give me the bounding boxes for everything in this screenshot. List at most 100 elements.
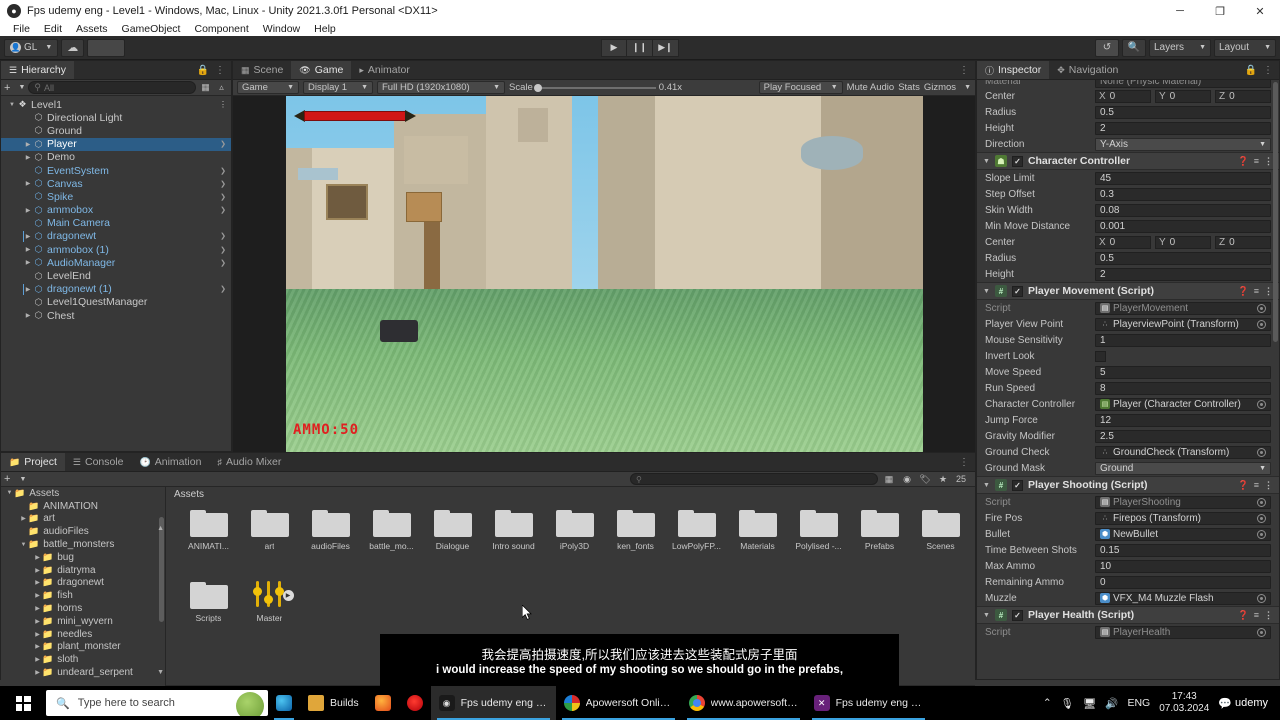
asset-item-polylised[interactable]: Polylised -...: [788, 507, 849, 579]
text-field[interactable]: 0.5: [1095, 105, 1271, 119]
hierarchy-item-audiomanager[interactable]: ▶ ⬡ AudioManager ❯: [1, 256, 231, 269]
taskbar-item-fps-udemy-eng-l[interactable]: ◉ Fps udemy eng - L...: [430, 686, 556, 720]
preset-icon[interactable]: ≡: [1254, 610, 1259, 620]
language-indicator[interactable]: ENG: [1127, 697, 1150, 709]
inspector-body[interactable]: Material None (Physic Material) Center X 0…: [977, 80, 1279, 679]
object-picker-icon[interactable]: [1257, 303, 1266, 313]
kebab-menu-icon[interactable]: ⋮: [1264, 480, 1273, 491]
hierarchy-item-level1[interactable]: ▼ ❖ Level1 ⋮: [1, 98, 231, 111]
kebab-menu-icon[interactable]: ⋮: [959, 65, 969, 76]
component-enabled-checkbox[interactable]: ✓: [1011, 285, 1023, 297]
chevron-down-icon[interactable]: ▼: [19, 542, 28, 548]
chevron-right-icon[interactable]: ▶: [23, 141, 33, 148]
project-tree-item-needles[interactable]: ▶ 📁 needles: [1, 628, 165, 641]
text-field[interactable]: 0: [1095, 575, 1271, 589]
hierarchy-item-demo[interactable]: ▶ ⬡ Demo: [1, 151, 231, 164]
kebab-menu-icon[interactable]: ⋮: [219, 100, 227, 109]
taskbar-item-firefox[interactable]: [367, 686, 399, 720]
vector3-z-field[interactable]: Z0: [1215, 235, 1271, 249]
project-tree-item-dragonewt[interactable]: ▶ 📁 dragonewt: [1, 577, 165, 590]
sort-icon[interactable]: ▦: [199, 81, 212, 94]
hierarchy-add-button[interactable]: +: [4, 82, 10, 94]
tab-console[interactable]: ☰ Console: [65, 453, 132, 471]
project-search-input[interactable]: ⚲: [630, 473, 878, 485]
preset-icon[interactable]: ≡: [1254, 480, 1259, 490]
tab-scene[interactable]: ▦ Scene: [233, 61, 291, 79]
text-field[interactable]: 2: [1095, 121, 1271, 135]
object-reference-field[interactable]: ∴ Firepos (Transform): [1095, 511, 1271, 525]
asset-item-art[interactable]: art: [239, 507, 300, 579]
vector3-x-field[interactable]: X0: [1095, 235, 1151, 249]
project-tree-item-animation[interactable]: 📁 ANIMATION: [1, 500, 165, 513]
layout-dropdown[interactable]: Layout ▼: [1214, 38, 1276, 57]
object-reference-field[interactable]: ▤ PlayerHealth: [1095, 625, 1271, 639]
menu-edit[interactable]: Edit: [37, 22, 69, 36]
project-tree-item-horns[interactable]: ▶ 📁 horns: [1, 602, 165, 615]
filter-icon[interactable]: ▵: [215, 81, 228, 94]
hierarchy-search-input[interactable]: ⚲ All: [28, 81, 196, 94]
hierarchy-item-level1questmanager[interactable]: ⬡ Level1QuestManager: [1, 296, 231, 309]
project-tree-item-diatryma[interactable]: ▶ 📁 diatryma: [1, 564, 165, 577]
chevron-right-icon[interactable]: ▶: [23, 233, 33, 240]
hierarchy-item-player[interactable]: ▶ ⬡ Player ❯: [1, 137, 231, 151]
maximize-button[interactable]: ❐: [1200, 0, 1240, 22]
gameview-canvas[interactable]: AMMO:50: [286, 96, 923, 454]
hierarchy-item-spike[interactable]: ⬡ Spike ❯: [1, 190, 231, 203]
taskbar-item-fps-udemy-eng-m[interactable]: ✕ Fps udemy eng - M...: [806, 686, 931, 720]
object-reference-field[interactable]: ⬢ VFX_M4 Muzzle Flash: [1095, 591, 1271, 605]
cloud-button[interactable]: ☁: [61, 38, 85, 57]
tab-project[interactable]: 📁 Project: [1, 453, 65, 471]
scale-control[interactable]: Scale 0.41x: [509, 82, 682, 93]
asset-item-prefabs[interactable]: Prefabs: [849, 507, 910, 579]
target-display-dropdown[interactable]: Game ▼: [237, 81, 299, 94]
minimize-button[interactable]: ─: [1160, 0, 1200, 22]
chevron-right-icon[interactable]: ▶: [23, 286, 33, 293]
tray-expand-icon[interactable]: ⌃: [1043, 697, 1052, 709]
component-enabled-checkbox[interactable]: ✓: [1011, 479, 1023, 491]
inspector-scrollbar[interactable]: [1273, 82, 1278, 342]
vector3-y-field[interactable]: Y0: [1155, 235, 1211, 249]
inspector-content[interactable]: Center X 0 Y 0 Z 0 Radius 0.5 Height 2 Direction Y-A…: [977, 88, 1279, 640]
kebab-menu-icon[interactable]: ⋮: [215, 65, 225, 76]
tree-scroll-up-icon[interactable]: ▲: [157, 525, 164, 532]
project-tree[interactable]: ▼ 📁 Assets 📁 ANIMATION ▶ 📁 art 📁 audioFiles ▼ 📁 batt…: [1, 487, 166, 698]
popup-field[interactable]: Ground ▼: [1095, 461, 1271, 475]
clock[interactable]: 17:43 07.03.2024: [1159, 691, 1209, 715]
tab-inspector[interactable]: ⓘ Inspector: [977, 61, 1050, 79]
kebab-menu-icon[interactable]: ⋮: [1264, 156, 1273, 167]
scale-slider[interactable]: [533, 83, 656, 92]
resolution-dropdown[interactable]: Full HD (1920x1080) ▼: [377, 81, 505, 94]
account-button[interactable]: 👤 GL ▼: [4, 38, 59, 57]
text-field[interactable]: 2.5: [1095, 429, 1271, 443]
chevron-down-icon[interactable]: ▼: [7, 102, 17, 108]
text-field[interactable]: 0.5: [1095, 251, 1271, 265]
component-enabled-checkbox[interactable]: ✓: [1011, 609, 1023, 621]
text-field[interactable]: 45: [1095, 171, 1271, 185]
chevron-right-icon[interactable]: ▶: [33, 579, 42, 586]
preset-icon[interactable]: ≡: [1254, 156, 1259, 166]
hierarchy-item-eventsystem[interactable]: ⬡ EventSystem ❯: [1, 164, 231, 177]
project-tree-item-art[interactable]: ▶ 📁 art: [1, 513, 165, 526]
asset-item-dialogue[interactable]: Dialogue: [422, 507, 483, 579]
hierarchy-item-chest[interactable]: ▶ ⬡ Chest: [1, 309, 231, 322]
search-by-type-icon[interactable]: ◉: [900, 473, 914, 486]
layers-dropdown[interactable]: Layers ▼: [1149, 38, 1211, 57]
asset-item-audiofiles[interactable]: audioFiles: [300, 507, 361, 579]
preset-icon[interactable]: ≡: [1254, 286, 1259, 296]
text-field[interactable]: 0.3: [1095, 187, 1271, 201]
chevron-right-icon[interactable]: ▶: [33, 618, 42, 625]
chevron-right-icon[interactable]: ▶: [33, 567, 42, 574]
tab-hierarchy[interactable]: ☰ Hierarchy: [1, 61, 75, 79]
open-prefab-icon[interactable]: ❯: [220, 232, 226, 240]
volume-icon[interactable]: 🔊: [1105, 697, 1118, 710]
popup-field[interactable]: Y-Axis ▼: [1095, 137, 1271, 151]
hierarchy-item-dragonewt-1[interactable]: ▶ ⬡ dragonewt (1) ❯: [1, 283, 231, 296]
display-dropdown[interactable]: Display 1 ▼: [303, 81, 373, 94]
checkbox-field[interactable]: [1095, 350, 1106, 362]
hierarchy-item-directional-light[interactable]: ⬡ Directional Light: [1, 111, 231, 124]
taskbar-item-edge[interactable]: [268, 686, 300, 720]
help-icon[interactable]: ❓: [1238, 610, 1249, 621]
project-tree-item-undeard-serpent[interactable]: ▶ 📁 undeard_serpent: [1, 666, 165, 679]
text-field[interactable]: 0.08: [1095, 203, 1271, 217]
help-icon[interactable]: ❓: [1238, 480, 1249, 491]
